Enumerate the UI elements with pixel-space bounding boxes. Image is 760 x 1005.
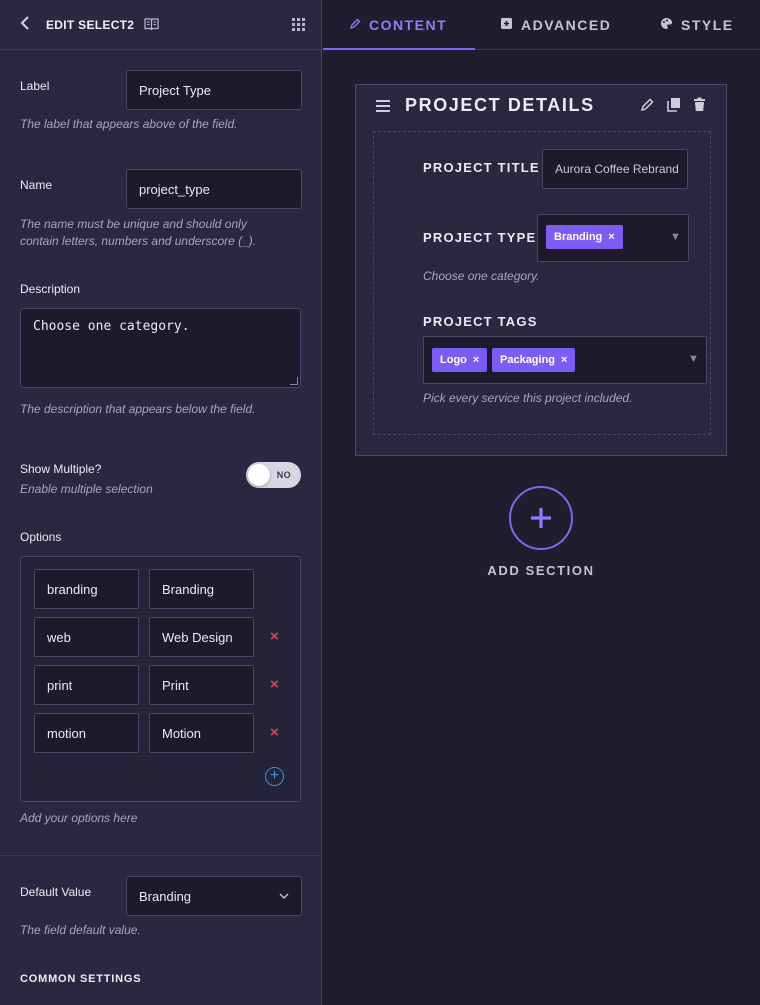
option-value-input[interactable]: motion [34,713,139,753]
name-input[interactable]: project_type [126,169,302,209]
toggle-state-text: NO [276,470,291,480]
show-multiple-toggle[interactable]: NO [246,462,301,488]
section-fields-area: PROJECT TITLE Aurora Coffee Rebrand PROJ… [373,131,711,435]
show-multiple-help: Enable multiple selection [20,482,153,496]
section-header: PROJECT DETAILS [356,85,726,127]
section-divider [0,855,322,856]
back-arrow-icon[interactable] [20,14,40,35]
tab-content[interactable]: CONTENT [349,0,447,50]
description-help: The description that appears below the f… [20,402,256,416]
project-type-label: PROJECT TYPE [423,230,537,245]
project-type-select[interactable]: Branding × ▼ [537,214,689,262]
default-value-select[interactable]: Branding [126,876,302,916]
default-value-help: The field default value. [20,923,141,937]
chip-label: Logo [440,354,467,366]
label-input[interactable]: Project Type [126,70,302,110]
chevron-down-icon [279,890,289,902]
delete-option-icon[interactable]: × [270,724,279,741]
default-value-label: Default Value [20,885,92,899]
pencil-icon [349,18,361,33]
selected-chip[interactable]: Branding × [546,225,623,249]
panel-header: EDIT SELECT2 [0,0,321,50]
docs-book-icon[interactable] [144,18,159,31]
caret-down-icon: ▼ [670,231,681,243]
delete-option-icon[interactable]: × [270,628,279,645]
selected-chip[interactable]: Packaging × [492,348,576,372]
label-field-label: Label [20,79,50,93]
tab-style-label: STYLE [681,17,734,33]
show-multiple-label: Show Multiple? [20,462,102,476]
option-value-input[interactable]: web [34,617,139,657]
add-option-icon[interactable]: + [265,767,284,786]
project-type-help: Choose one category. [423,269,540,283]
label-help: The label that appears above of the fiel… [20,117,238,131]
grid-menu-icon[interactable] [292,18,305,31]
default-value-text: Branding [139,888,192,904]
remove-chip-icon[interactable]: × [473,354,479,366]
plus-icon [531,508,551,528]
options-help: Add your options here [20,811,138,825]
name-field-label: Name [20,178,53,192]
caret-down-icon: ▼ [688,353,699,365]
add-section-button[interactable] [509,486,573,550]
tab-advanced[interactable]: ADVANCED [500,0,611,50]
name-help-line1: The name must be unique and should only [20,217,247,231]
active-tab-indicator [323,48,475,50]
options-repeater: branding Branding web Web Design × print… [20,556,301,802]
drag-handle-icon[interactable] [376,100,390,115]
duplicate-icon[interactable] [667,97,681,116]
option-label-input[interactable]: Print [149,665,254,705]
layout-icon [500,17,513,33]
section-card: PROJECT DETAILS PROJECT TITLE Aurora Cof… [355,84,727,456]
editor-tabs: CONTENT ADVANCED STYLE [323,0,760,50]
description-field-label: Description [20,282,81,296]
project-title-label: PROJECT TITLE [423,160,540,175]
option-label-input[interactable]: Motion [149,713,254,753]
settings-panel: EDIT SELECT2 Label Project Type The labe… [0,0,322,1005]
chip-label: Branding [554,231,603,243]
resize-grip-icon[interactable] [290,377,298,385]
palette-icon [660,17,673,33]
options-label: Options [20,530,62,544]
tab-advanced-label: ADVANCED [521,17,612,33]
option-value-input[interactable]: print [34,665,139,705]
tab-style[interactable]: STYLE [660,0,734,50]
selected-chip[interactable]: Logo × [432,348,488,372]
remove-chip-icon[interactable]: × [608,231,614,243]
project-title-input[interactable]: Aurora Coffee Rebrand [542,149,688,189]
delete-option-icon[interactable]: × [270,676,279,693]
name-help-line2: contain letters, numbers and underscore … [20,234,257,248]
edit-icon[interactable] [640,97,655,116]
option-value-input[interactable]: branding [34,569,139,609]
description-textarea[interactable]: Choose one category. [20,308,301,388]
add-section-label[interactable]: ADD SECTION [475,563,607,578]
project-tags-label: PROJECT TAGS [423,314,538,329]
chip-label: Packaging [500,354,556,366]
option-label-input[interactable]: Branding [149,569,254,609]
project-tags-select[interactable]: Logo × Packaging × ▼ [423,336,707,384]
project-tags-help: Pick every service this project included… [423,391,633,405]
toggle-knob [248,464,270,486]
trash-icon[interactable] [693,97,706,116]
section-title: PROJECT DETAILS [405,95,595,115]
description-text: Choose one category. [33,319,190,334]
tab-content-label: CONTENT [369,17,448,33]
panel-title: EDIT SELECT2 [46,17,135,32]
section-actions [640,97,706,116]
common-settings-heading[interactable]: COMMON SETTINGS [20,973,141,985]
remove-chip-icon[interactable]: × [561,354,567,366]
option-label-input[interactable]: Web Design [149,617,254,657]
